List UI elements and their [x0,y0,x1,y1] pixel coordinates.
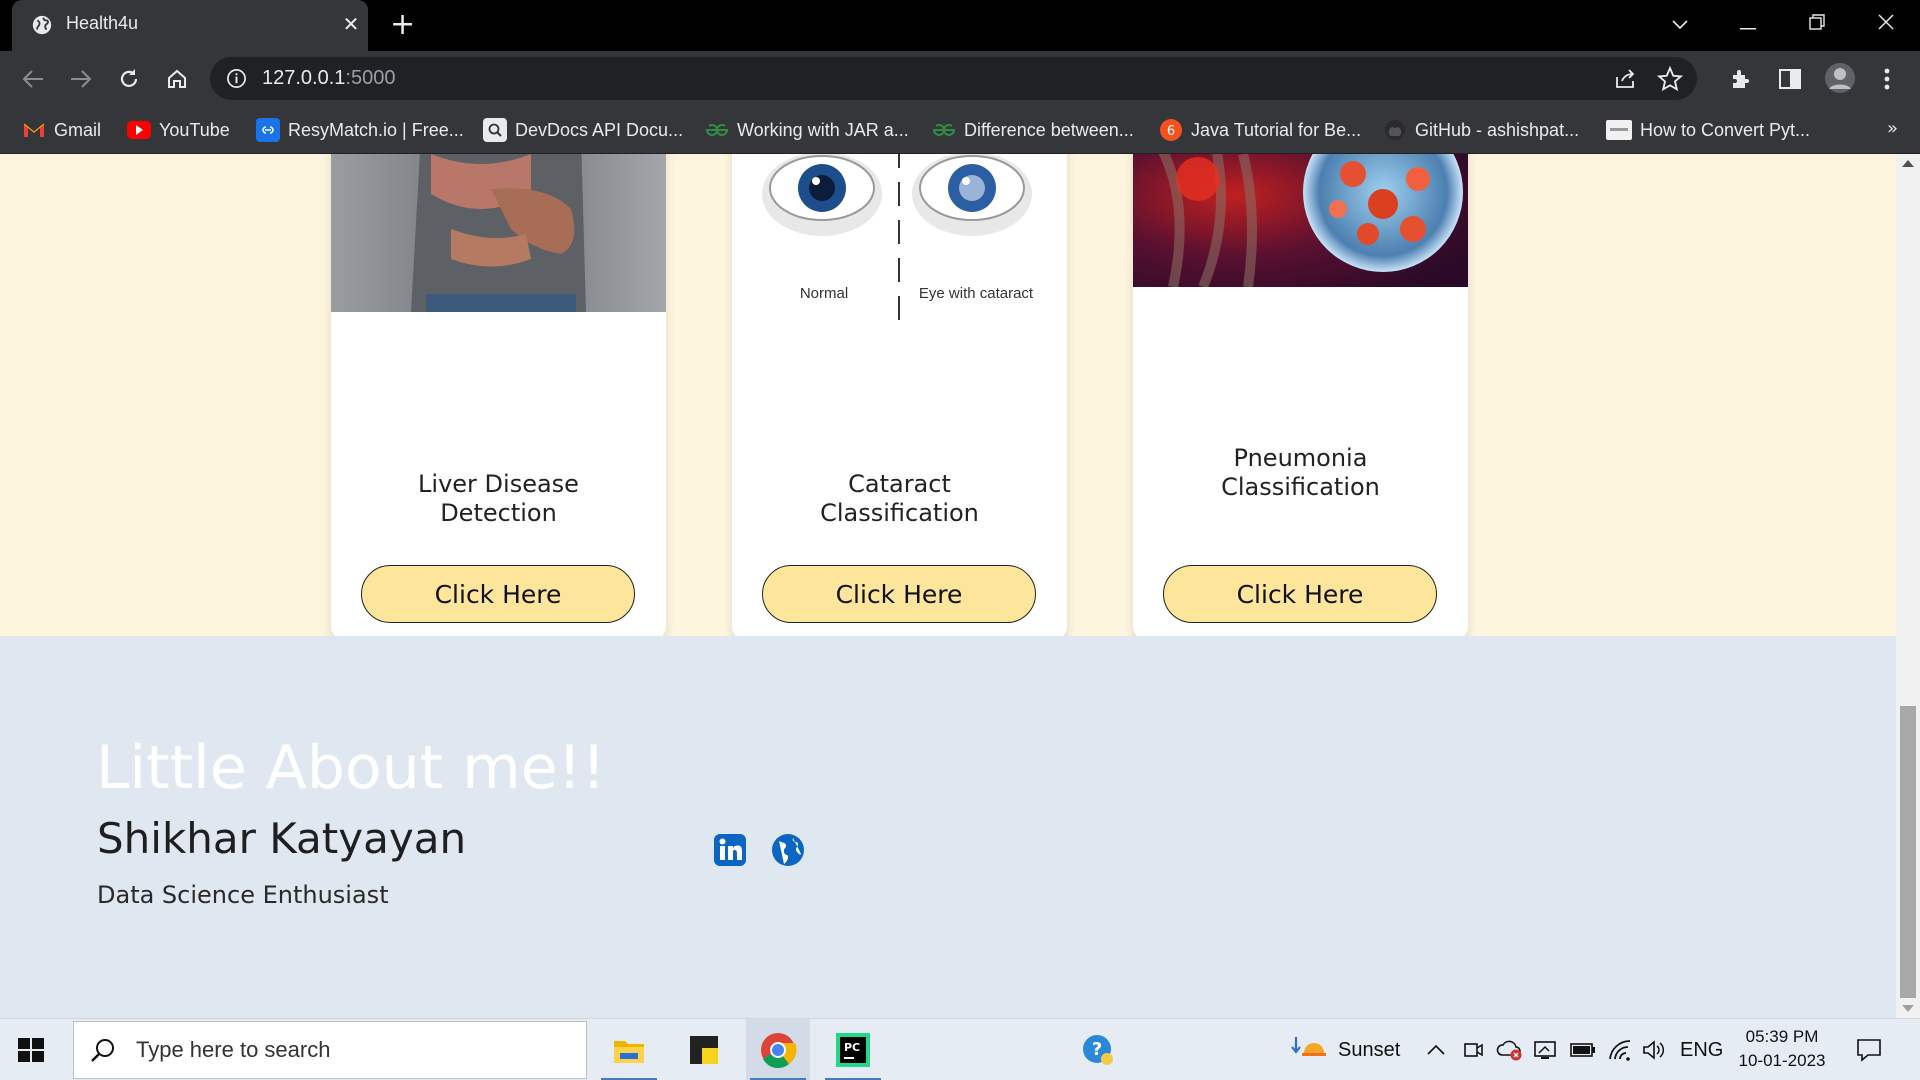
service-card-cataract: Normal Eye with cataract Cataract Classi… [732,154,1067,639]
language-indicator[interactable]: ENG [1680,1019,1723,1080]
share-icon[interactable] [1613,67,1637,91]
address-bar[interactable]: 127.0.0.1:5000 [210,57,1697,100]
cataract-eye-label: Eye with cataract [919,285,1034,302]
cataract-click-here-button[interactable]: Click Here [762,565,1036,623]
weather-widget[interactable]: Sunset [1290,1019,1400,1080]
geeksforgeeks-icon [932,118,956,142]
back-icon[interactable] [19,65,47,93]
youtube-icon [127,118,151,142]
browser-tab[interactable]: Health4u ✕ [12,0,368,51]
svg-text:?: ? [1092,1039,1102,1060]
card-title-liver: Liver Disease Detection [418,470,579,527]
devdocs-icon [483,118,507,142]
tab-search-chevron-icon[interactable] [1660,8,1700,38]
pneumonia-click-here-button[interactable]: Click Here [1163,565,1437,623]
display-settings-icon[interactable] [1533,1019,1559,1080]
weather-label: Sunset [1338,1038,1401,1061]
file-explorer-icon[interactable] [597,1019,661,1080]
url-text[interactable]: 127.0.0.1:5000 [262,67,395,90]
chrome-menu-icon[interactable] [1873,65,1901,93]
page-scrollbar[interactable] [1896,154,1920,1018]
chrome-taskbar-icon[interactable] [746,1019,810,1080]
java-tutorial-icon: 6 [1159,118,1183,142]
show-hidden-icons-chevron[interactable] [1426,1019,1446,1080]
geeksforgeeks-icon [705,118,729,142]
appdoc-icon [1606,120,1632,140]
scroll-down-arrow[interactable] [1902,1005,1914,1012]
extensions-icon[interactable] [1727,65,1755,93]
bookmark-devdocs[interactable]: DevDocs API Docu... [483,115,683,145]
notifications-icon[interactable] [1856,1019,1882,1080]
minimize-icon[interactable] [1728,8,1768,38]
bookmark-gmail[interactable]: Gmail [22,115,101,145]
github-icon [1383,118,1407,142]
site-info-icon[interactable] [226,68,247,89]
sticky-notes-icon[interactable] [672,1019,736,1080]
search-placeholder: Type here to search [136,1037,331,1062]
bookmark-java-tutorial[interactable]: 6 Java Tutorial for Be... [1159,115,1361,145]
card-title-cataract: Cataract Classification [820,470,979,527]
pneumonia-image [1133,154,1468,287]
help-icon[interactable]: ? [1066,1019,1130,1080]
about-heading: Little About me!! [96,733,606,803]
reload-icon[interactable] [115,65,143,93]
pycharm-icon[interactable]: PC [821,1019,885,1080]
restore-icon[interactable] [1797,8,1837,38]
bookmark-github[interactable]: GitHub - ashishpat... [1383,115,1579,145]
resymatch-icon [256,118,280,142]
close-window-icon[interactable] [1866,8,1906,38]
onedrive-error-icon[interactable] [1496,1019,1524,1080]
svg-text:PC: PC [844,1041,860,1054]
wifi-icon[interactable] [1608,1019,1632,1080]
tab-strip: Health4u ✕ + [0,0,1920,51]
service-card-liver: Liver Disease Detection Click Here [331,154,666,639]
meet-now-icon[interactable] [1462,1019,1484,1080]
more-bookmarks-chevron[interactable]: » [1887,118,1898,139]
bookmark-working-with-jar[interactable]: Working with JAR a... [705,115,909,145]
bookmarks-bar: Gmail YouTube ResyMatch.io | Free... Dev… [0,106,1920,154]
bookmark-youtube[interactable]: YouTube [127,115,230,145]
service-card-pneumonia: Pneumonia Classification Click Here [1133,154,1468,639]
bookmark-difference-between[interactable]: Difference between... [932,115,1134,145]
scrollbar-thumb[interactable] [1900,706,1916,998]
forward-icon[interactable] [67,65,95,93]
services-section: Liver Disease Detection Click Here Norma… [0,154,1896,639]
cataract-eye-image: Normal Eye with cataract [732,154,1067,334]
bookmark-resymatch[interactable]: ResyMatch.io | Free... [256,115,464,145]
taskbar-search-box[interactable]: Type here to search [73,1021,587,1079]
normal-eye-label: Normal [800,285,848,302]
liver-disease-image [331,154,666,312]
linkedin-icon[interactable] [713,833,747,867]
scroll-up-arrow[interactable] [1902,160,1914,167]
taskbar-clock[interactable]: 05:39 PM 10-01-2023 [1730,1025,1834,1073]
author-name: Shikhar Katyayan [97,814,467,863]
globe-icon[interactable] [771,833,805,867]
page-viewport: Liver Disease Detection Click Here Norma… [0,154,1896,1018]
liver-click-here-button[interactable]: Click Here [361,565,635,623]
side-panel-icon[interactable] [1776,65,1804,93]
home-icon[interactable] [163,65,191,93]
battery-icon[interactable] [1570,1019,1596,1080]
close-tab-icon[interactable]: ✕ [339,13,363,37]
bookmark-star-icon[interactable] [1657,66,1683,92]
svg-text:6: 6 [1167,124,1175,139]
volume-icon[interactable] [1641,1019,1665,1080]
windows-start-icon[interactable] [16,1035,46,1065]
bookmark-how-to-convert[interactable]: How to Convert Pyt... [1606,115,1810,145]
author-role: Data Science Enthusiast [97,881,389,909]
sunset-weather-icon [1291,1037,1328,1065]
profile-avatar[interactable] [1823,61,1857,95]
globe-favicon-icon [32,15,52,35]
browser-toolbar: 127.0.0.1:5000 [0,51,1920,106]
clock-date: 10-01-2023 [1738,1051,1826,1070]
tab-title: Health4u [66,13,139,33]
about-section: Little About me!! Shikhar Katyayan Data … [0,636,1896,1018]
gmail-icon [22,118,46,142]
search-icon [91,1039,114,1062]
card-title-pneumonia: Pneumonia Classification [1221,444,1380,501]
new-tab-icon[interactable]: + [390,10,415,40]
windows-taskbar: Type here to search PC ? Sunset ENG 05:3… [0,1018,1920,1080]
clock-time: 05:39 PM [1745,1027,1819,1046]
